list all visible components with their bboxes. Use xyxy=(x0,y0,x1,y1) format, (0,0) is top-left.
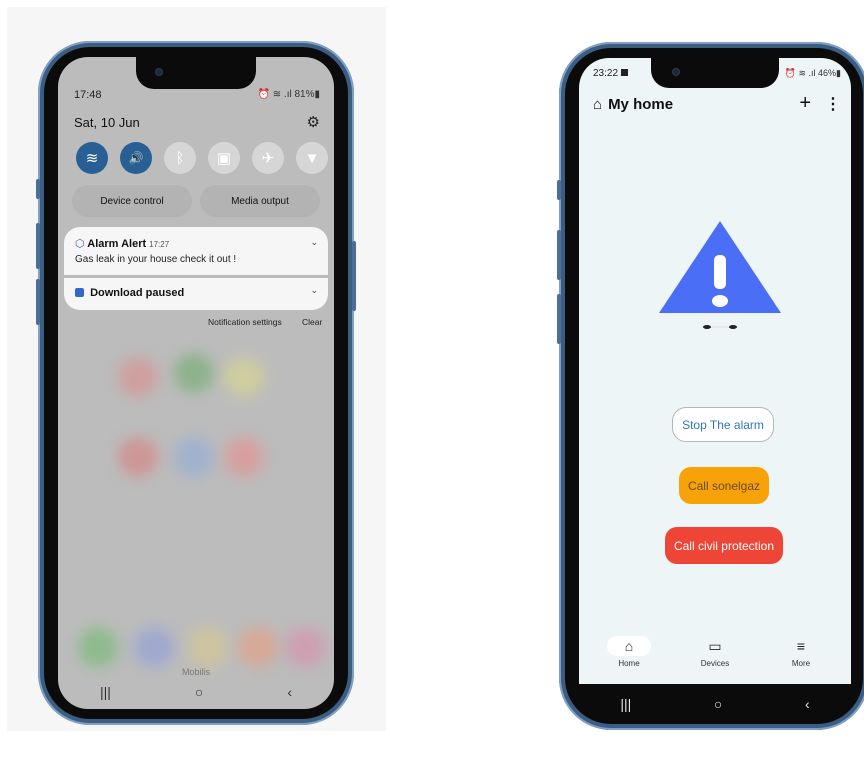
nav-label: More xyxy=(791,659,811,668)
nav-item-more[interactable]: ≡ More xyxy=(771,636,831,668)
recent-apps-button[interactable]: ||| xyxy=(100,684,111,700)
home-button[interactable]: ○ xyxy=(195,684,203,700)
gallery-icon xyxy=(620,69,628,76)
gear-icon[interactable]: ⚙ xyxy=(307,113,320,131)
flashlight-toggle[interactable]: ▼ xyxy=(296,142,328,174)
app-screen: 23:22 ⏰ ≋ .ıl 46%▮ ⌂ My home + ⋮ Stop The… xyxy=(579,58,851,684)
wifi-toggle[interactable]: ≋ xyxy=(76,142,108,174)
notification-alarm[interactable]: ⬡ Alarm Alert 17:27 Gas leak in your hous… xyxy=(64,227,328,275)
page-title: ⌂ My home xyxy=(593,96,674,113)
lock-rotation-icon: ▣ xyxy=(216,150,232,167)
home-icon: ⌂ xyxy=(607,636,651,656)
side-button xyxy=(36,179,40,199)
bluetooth-toggle[interactable]: ᛒ xyxy=(164,142,196,174)
notification-shade-screen: 17:48 ⏰ ≋ .ıl 81%▮ Sat, 10 Jun ⚙ ≋ 🔊 ᛒ ▣… xyxy=(58,57,334,709)
system-nav-bar: ||| ○ ‹ xyxy=(58,675,334,709)
menu-icon: ≡ xyxy=(796,638,806,654)
speaker-icon: 🔊 xyxy=(128,151,144,165)
phone-frame-left: 17:48 ⏰ ≋ .ıl 81%▮ Sat, 10 Jun ⚙ ≋ 🔊 ᛒ ▣… xyxy=(36,41,356,725)
rotate-toggle[interactable]: ▣ xyxy=(208,142,240,174)
bluetooth-icon: ᛒ xyxy=(175,149,185,167)
bezel: 23:22 ⏰ ≋ .ıl 46%▮ ⌂ My home + ⋮ Stop The… xyxy=(565,48,863,724)
airplane-toggle[interactable]: ✈ xyxy=(252,142,284,174)
notch xyxy=(136,57,256,89)
power-button xyxy=(352,241,356,311)
notification-settings-link[interactable]: Notification settings xyxy=(208,317,282,327)
chevron-down-icon[interactable]: ⌄ xyxy=(310,285,318,296)
devices-icon: ▭ xyxy=(708,638,722,654)
more-menu-icon[interactable]: ⋮ xyxy=(825,94,841,114)
notification-body: Gas leak in your house check it out ! xyxy=(75,254,237,265)
call-civil-protection-button[interactable]: Call civil protection xyxy=(665,527,783,564)
back-button[interactable]: ‹ xyxy=(287,684,292,700)
sound-toggle[interactable]: 🔊 xyxy=(120,142,152,174)
status-indicators: ⏰ ≋ .ıl 81%▮ xyxy=(257,89,320,100)
media-output-button[interactable]: Media output xyxy=(200,185,320,217)
flashlight-icon: ▼ xyxy=(304,149,320,167)
volume-down-button xyxy=(557,294,561,344)
camera xyxy=(156,69,162,75)
back-button[interactable]: ‹ xyxy=(805,696,810,712)
airplane-icon: ✈ xyxy=(261,150,275,167)
nav-label: Devices xyxy=(700,659,730,668)
notch xyxy=(651,58,779,88)
bottom-nav: ⌂ Home ▭ Devices ≡ More xyxy=(579,636,851,684)
volume-up-button xyxy=(36,223,40,269)
recent-apps-button[interactable]: ||| xyxy=(620,696,631,712)
bezel: 17:48 ⏰ ≋ .ıl 81%▮ Sat, 10 Jun ⚙ ≋ 🔊 ᛒ ▣… xyxy=(44,47,348,719)
warning-icon xyxy=(659,221,781,329)
stop-alarm-button[interactable]: Stop The alarm xyxy=(672,407,774,442)
wifi-icon: ≋ xyxy=(85,150,99,167)
notification-title: ⬡ Alarm Alert 17:27 xyxy=(75,238,170,250)
home-button[interactable]: ○ xyxy=(714,696,722,712)
call-sonelgaz-button[interactable]: Call sonelgaz xyxy=(679,467,769,504)
nav-label: Home xyxy=(618,659,640,668)
status-time: 17:48 xyxy=(74,89,102,101)
volume-down-button xyxy=(36,279,40,325)
camera xyxy=(673,69,679,75)
chevron-down-icon[interactable]: ⌄ xyxy=(310,237,318,248)
notification-download[interactable]: Download paused ⌄ xyxy=(64,278,328,310)
side-button xyxy=(557,180,561,200)
device-control-button[interactable]: Device control xyxy=(72,185,192,217)
nav-item-devices[interactable]: ▭ Devices xyxy=(685,636,745,668)
add-button[interactable]: + xyxy=(799,92,811,115)
status-indicators: ⏰ ≋ .ıl 46%▮ xyxy=(784,68,841,78)
download-icon xyxy=(75,288,84,297)
phone-frame-right: 23:22 ⏰ ≋ .ıl 46%▮ ⌂ My home + ⋮ Stop The… xyxy=(557,42,864,730)
shield-icon: ⬡ xyxy=(75,238,85,250)
date-label: Sat, 10 Jun xyxy=(74,115,140,130)
status-time: 23:22 xyxy=(593,68,628,79)
system-nav-bar: ||| ○ ‹ xyxy=(579,686,851,722)
notification-title: Download paused xyxy=(75,287,184,299)
clear-link[interactable]: Clear xyxy=(302,317,322,327)
nav-item-home[interactable]: ⌂ Home xyxy=(599,636,659,668)
notification-time: 17:27 xyxy=(149,240,170,249)
home-icon: ⌂ xyxy=(593,96,603,113)
volume-up-button xyxy=(557,230,561,280)
